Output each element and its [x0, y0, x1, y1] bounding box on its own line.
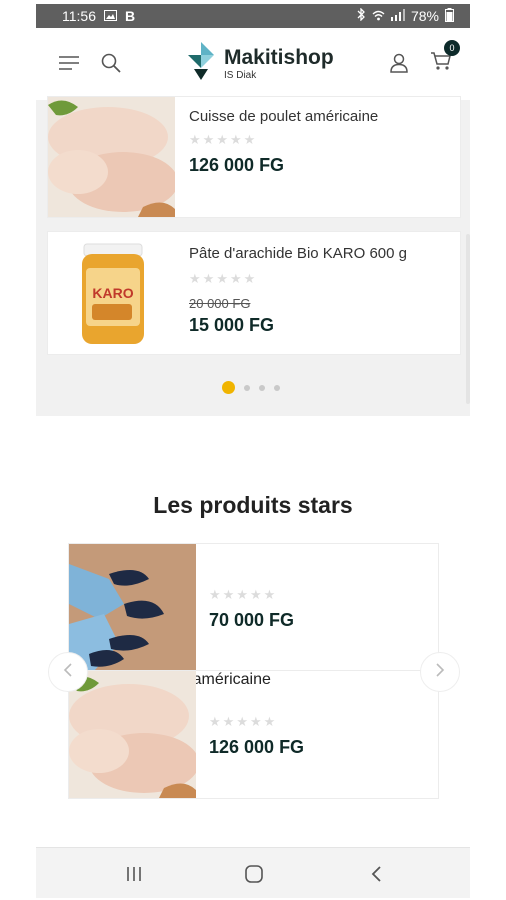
product-image-chicken	[69, 671, 196, 798]
wifi-icon	[372, 8, 385, 24]
rating-stars: ★ ★ ★ ★ ★	[189, 132, 256, 147]
top-products-carousel: Cuisse de poulet américaine ★ ★ ★ ★ ★ 126 00…	[36, 96, 470, 416]
hamburger-menu-icon[interactable]	[56, 50, 82, 76]
status-time: 11:56	[62, 8, 96, 24]
product-card[interactable]: Cuisse de poulet américaine ★★★★★ 126 00…	[47, 96, 461, 218]
logo-icon	[186, 40, 216, 87]
system-nav-bar	[36, 847, 470, 898]
product-old-price: 20 000 FG	[189, 296, 251, 311]
rating-stars: ★ ★ ★ ★ ★	[209, 714, 276, 729]
battery-icon	[445, 7, 454, 25]
product-price: 15 000 FG	[189, 315, 275, 335]
user-icon[interactable]	[386, 50, 412, 76]
side-scroll-hint	[466, 234, 470, 404]
product-image-espadrille	[69, 544, 196, 671]
bluetooth-icon	[357, 7, 366, 24]
recent-apps-icon[interactable]	[122, 862, 146, 886]
brand-subtitle: IS Diak	[224, 69, 257, 81]
carousel-dot[interactable]	[244, 384, 250, 391]
carousel-prev-button[interactable]	[48, 652, 88, 692]
product-card[interactable]: Cuisse de poulet américaine ★★★★★ 126 00…	[68, 670, 439, 799]
brand-logo[interactable]: Makitishop IS Diak	[186, 40, 334, 87]
carrier-badge: B	[125, 8, 136, 24]
carousel-dot[interactable]	[274, 384, 280, 391]
product-price: 70 000 FG	[209, 610, 295, 630]
rating-stars: ★ ★ ★ ★ ★	[209, 587, 276, 602]
product-card[interactable]: espadrille Douk's ★★★★★ 70 000 FG	[68, 543, 439, 672]
product-image-chicken	[48, 97, 175, 217]
product-price: 126 000 FG	[189, 155, 285, 175]
search-icon[interactable]	[98, 50, 124, 76]
section-title: Les produits stars	[153, 492, 353, 518]
back-icon[interactable]	[364, 862, 388, 886]
carousel-next-button[interactable]	[420, 652, 460, 692]
carousel-dot-active[interactable]	[222, 381, 235, 394]
signal-icon	[390, 8, 405, 24]
product-name[interactable]: Cuisse de poulet américaine	[189, 108, 378, 125]
home-icon[interactable]	[242, 862, 266, 886]
chevron-left-icon	[63, 661, 73, 684]
product-price: 126 000 FG	[209, 737, 305, 757]
svg-text:KARO: KARO	[92, 285, 133, 301]
phone-screen: 11:56 B 78% Makitishop IS Diak 0 Cuisse …	[36, 4, 470, 898]
battery-percent: 78%	[410, 8, 439, 24]
status-bar: 11:56 B 78%	[36, 4, 470, 28]
app-header: Makitishop IS Diak 0	[36, 28, 470, 101]
chevron-right-icon	[435, 661, 445, 684]
product-name[interactable]: Pâte d'arachide Bio KARO 600 g	[189, 245, 407, 262]
product-card[interactable]: KARO Pâte d'arachide Bio KARO 600 g ★ ★ ★ ★…	[47, 231, 461, 355]
cart-button[interactable]: 0	[428, 40, 460, 76]
brand-name: Makitishop	[224, 45, 334, 69]
carousel-dot[interactable]	[259, 384, 265, 391]
gallery-icon	[104, 8, 117, 24]
cart-count-badge: 0	[444, 40, 460, 56]
product-image-peanut-jar: KARO	[48, 232, 175, 354]
rating-stars: ★ ★ ★ ★ ★	[189, 271, 256, 286]
carousel-pagination	[222, 381, 280, 394]
